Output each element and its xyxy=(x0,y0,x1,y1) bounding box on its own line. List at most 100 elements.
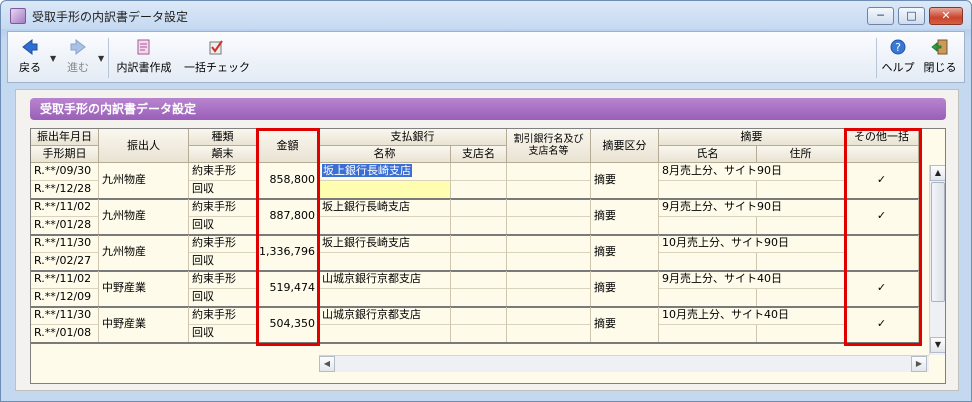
cell-address[interactable] xyxy=(757,253,845,271)
cell-name-summary[interactable]: 9月売上分、サイト90日 xyxy=(659,199,845,217)
cell-kind[interactable]: 約束手形 xyxy=(189,163,257,181)
header-summary-category[interactable]: 摘要区分 xyxy=(591,129,659,163)
check-mark-icon[interactable] xyxy=(845,235,919,271)
cell-issuer[interactable]: 九州物産 xyxy=(99,163,189,199)
cell-discount-bank[interactable] xyxy=(507,163,591,181)
cell-branch-name[interactable] xyxy=(451,307,507,325)
cell-due-date[interactable]: R.**/01/28 xyxy=(31,217,99,235)
header-amount[interactable]: 金額 xyxy=(257,129,319,163)
help-button[interactable]: ? ヘルプ xyxy=(880,32,916,82)
header-discount-bank[interactable]: 割引銀行名及び支店名等 xyxy=(507,129,591,163)
scroll-down-icon[interactable]: ▼ xyxy=(930,337,945,353)
check-mark-icon[interactable]: ✓ xyxy=(845,307,919,343)
cell-amount[interactable]: 519,474 xyxy=(257,271,319,307)
close-button[interactable]: 閉じる xyxy=(920,32,960,82)
cell-issue-date[interactable]: R.**/11/30 xyxy=(31,307,99,325)
cell-issue-date[interactable]: R.**/09/30 xyxy=(31,163,99,181)
cell-due-date[interactable]: R.**/02/27 xyxy=(31,253,99,271)
close-window-button[interactable]: ✕ xyxy=(929,7,963,25)
cell-kind[interactable]: 約束手形 xyxy=(189,199,257,217)
cell-kind[interactable]: 約束手形 xyxy=(189,271,257,289)
forward-dropdown-icon[interactable]: ▼ xyxy=(98,54,104,63)
cell-amount[interactable]: 887,800 xyxy=(257,199,319,235)
cell-address[interactable] xyxy=(757,325,845,343)
cell-address[interactable] xyxy=(757,217,845,235)
forward-button[interactable]: 進む xyxy=(60,32,96,82)
scroll-up-icon[interactable]: ▲ xyxy=(930,165,945,181)
cell-discount-bank[interactable] xyxy=(507,307,591,325)
check-mark-icon[interactable]: ✓ xyxy=(845,199,919,235)
cell-summary-category[interactable]: 摘要 xyxy=(591,271,659,307)
cell-branch-name[interactable] xyxy=(451,235,507,253)
maximize-button[interactable]: □ xyxy=(898,7,925,25)
header-bank-name[interactable]: 名称 xyxy=(319,146,451,163)
check-mark-icon[interactable]: ✓ xyxy=(845,271,919,307)
cell-amount[interactable]: 504,350 xyxy=(257,307,319,343)
cell-issuer[interactable]: 中野産業 xyxy=(99,307,189,343)
cell-issue-date[interactable]: R.**/11/02 xyxy=(31,271,99,289)
cell-period-end[interactable]: 回収 xyxy=(189,181,257,199)
bulk-check-button[interactable]: 一括チェック xyxy=(184,32,250,82)
scroll-left-icon[interactable]: ◀ xyxy=(319,356,335,372)
cell-period-end[interactable]: 回収 xyxy=(189,253,257,271)
cell-issuer[interactable]: 九州物産 xyxy=(99,199,189,235)
cell-discount-bank[interactable] xyxy=(507,271,591,289)
header-issuer[interactable]: 振出人 xyxy=(99,129,189,163)
cell-summary-category[interactable]: 摘要 xyxy=(591,307,659,343)
cell-branch-name[interactable] xyxy=(451,271,507,289)
cell-period-end[interactable]: 回収 xyxy=(189,325,257,343)
cell-name-summary[interactable]: 10月売上分、サイト40日 xyxy=(659,307,845,325)
minimize-button[interactable]: ─ xyxy=(867,7,894,25)
cell-name-summary[interactable]: 9月売上分、サイト40日 xyxy=(659,271,845,289)
cell-bank-name[interactable]: 坂上銀行長崎支店 xyxy=(319,235,451,253)
cell-name-summary[interactable]: 10月売上分、サイト90日 xyxy=(659,235,845,253)
selected-bank-text[interactable]: 坂上銀行長崎支店 xyxy=(322,164,412,177)
cell-discount-bank[interactable] xyxy=(507,199,591,217)
cell-summary-category[interactable]: 摘要 xyxy=(591,199,659,235)
back-dropdown-icon[interactable]: ▼ xyxy=(50,54,56,63)
header-address[interactable]: 住所 xyxy=(757,146,845,163)
cell-amount[interactable]: 1,336,796 xyxy=(257,235,319,271)
cell-bank-name[interactable]: 坂上銀行長崎支店 xyxy=(319,199,451,217)
cell-kind[interactable]: 約束手形 xyxy=(189,307,257,325)
create-breakdown-button[interactable]: 内訳書作成 xyxy=(112,32,176,82)
cell-due-date[interactable]: R.**/01/08 xyxy=(31,325,99,343)
cell-bank-name[interactable]: 山城京銀行京都支店 xyxy=(319,307,451,325)
cell-summary-category[interactable]: 摘要 xyxy=(591,235,659,271)
scroll-right-icon[interactable]: ▶ xyxy=(911,356,927,372)
horizontal-scrollbar[interactable]: ◀ ▶ xyxy=(319,355,929,372)
back-button[interactable]: 戻る xyxy=(12,32,48,82)
header-issue-date[interactable]: 振出年月日 xyxy=(31,129,99,146)
cell-bank-name[interactable]: 山城京銀行京都支店 xyxy=(319,271,451,289)
title-bar[interactable]: 受取手形の内訳書データ設定 ─ □ ✕ xyxy=(1,1,971,29)
cell-amount[interactable]: 858,800 xyxy=(257,163,319,199)
cell-address[interactable] xyxy=(757,181,845,199)
header-other-bulk[interactable]: その他一括 xyxy=(845,129,919,146)
cell-due-date[interactable]: R.**/12/28 xyxy=(31,181,99,199)
cell-period-end[interactable]: 回収 xyxy=(189,217,257,235)
vertical-scrollbar[interactable]: ▲ ▼ xyxy=(929,165,945,355)
header-branch-name[interactable]: 支店名 xyxy=(451,146,507,163)
cell-issuer[interactable]: 中野産業 xyxy=(99,271,189,307)
cell-branch-name[interactable] xyxy=(451,163,507,181)
cell-summary-category[interactable]: 摘要 xyxy=(591,163,659,199)
header-bank[interactable]: 支払銀行 xyxy=(319,129,507,146)
cell-address[interactable] xyxy=(757,289,845,307)
cell-branch-name[interactable] xyxy=(451,199,507,217)
cell-bank-name[interactable]: 坂上銀行長崎支店 xyxy=(319,163,451,181)
header-summary[interactable]: 摘要 xyxy=(659,129,845,146)
cell-discount-bank[interactable] xyxy=(507,235,591,253)
cell-issue-date[interactable]: R.**/11/30 xyxy=(31,235,99,253)
cell-period-end[interactable]: 回収 xyxy=(189,289,257,307)
vertical-scroll-thumb[interactable] xyxy=(931,182,945,302)
cell-kind[interactable]: 約束手形 xyxy=(189,235,257,253)
header-name[interactable]: 氏名 xyxy=(659,146,757,163)
cell-issue-date[interactable]: R.**/11/02 xyxy=(31,199,99,217)
cell-name-summary[interactable]: 8月売上分、サイト90日 xyxy=(659,163,845,181)
header-kind[interactable]: 種類 xyxy=(189,129,257,146)
cell-due-date[interactable]: R.**/12/09 xyxy=(31,289,99,307)
check-mark-icon[interactable]: ✓ xyxy=(845,163,919,199)
cell-issuer[interactable]: 九州物産 xyxy=(99,235,189,271)
header-period-end[interactable]: 顛末 xyxy=(189,146,257,163)
header-due-date[interactable]: 手形期日 xyxy=(31,146,99,163)
